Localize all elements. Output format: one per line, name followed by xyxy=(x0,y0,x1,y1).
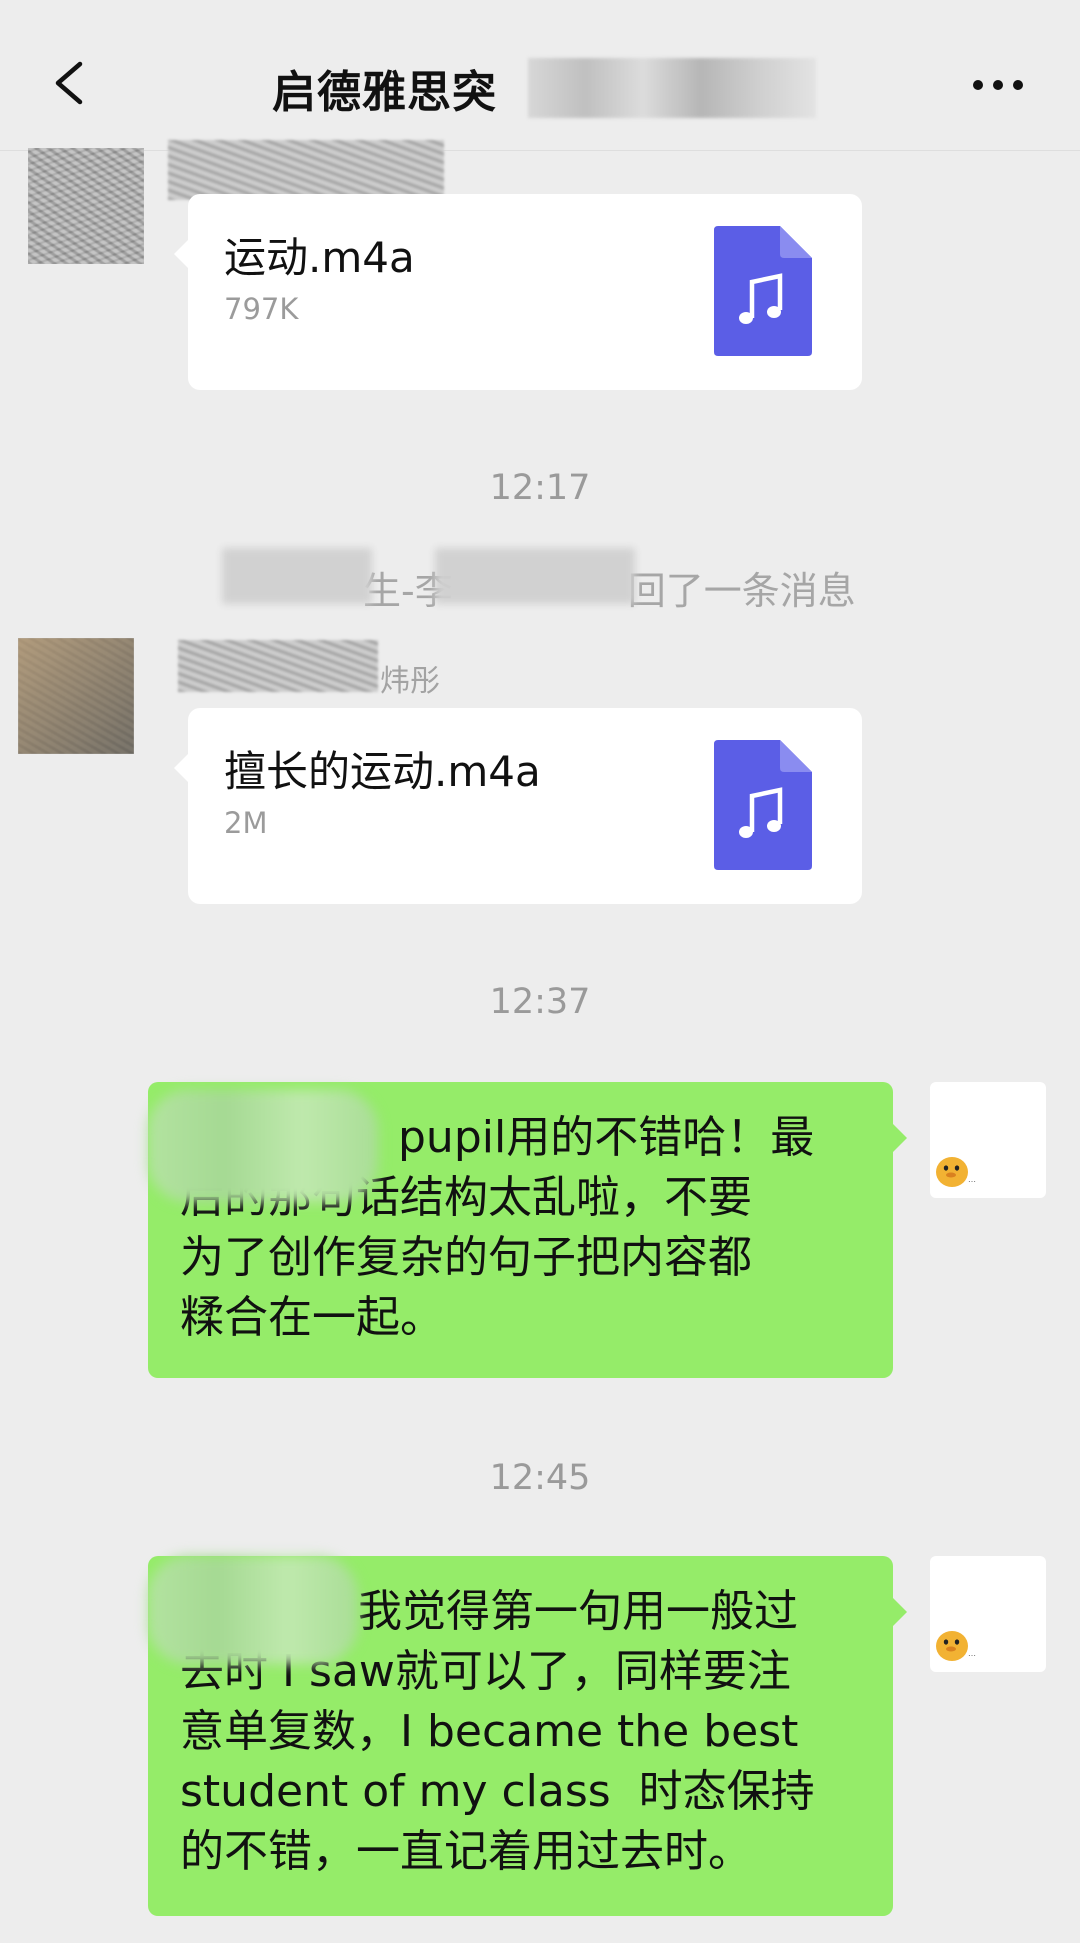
sender-avatar[interactable] xyxy=(28,148,144,264)
title-redaction xyxy=(528,58,816,118)
timestamp: 12:45 xyxy=(489,1458,591,1498)
text-message-bubble[interactable]: 我觉得第一句用一般过 去时 I saw就可以了，同样要注 意单复数，I beca… xyxy=(148,1556,907,1916)
file-message-bubble[interactable]: 运动.m4a 797K xyxy=(174,194,862,390)
timestamp: 12:37 xyxy=(489,982,591,1022)
file-size: 797K xyxy=(224,292,299,326)
message-redaction xyxy=(148,1556,358,1664)
sender-name-redaction xyxy=(178,640,378,692)
chat-title: 启德雅思突 xyxy=(272,67,497,118)
text-message-bubble[interactable]: pupil用的不错哈！最 后的那句话结构太乱啦，不要 为了创作复杂的句子把内容都… xyxy=(148,1082,907,1378)
svg-text:…: … xyxy=(968,1649,976,1658)
system-message-suffix: 回了一条消息 xyxy=(627,569,856,613)
timestamp: 12:17 xyxy=(489,468,591,508)
duck-avatar-icon: … xyxy=(936,1157,976,1187)
file-name: 运动.m4a xyxy=(224,233,415,282)
message-redaction xyxy=(148,1090,378,1202)
file-name: 擅长的运动.m4a xyxy=(224,747,541,796)
sender-name-partial: 炜彤 xyxy=(380,664,440,699)
file-message-bubble[interactable]: 擅长的运动.m4a 2M xyxy=(174,708,862,904)
file-size: 2M xyxy=(224,806,268,840)
self-avatar[interactable]: … xyxy=(930,1082,1046,1198)
sender-avatar[interactable] xyxy=(18,638,134,754)
duck-avatar-icon: … xyxy=(936,1631,976,1661)
more-dots-icon[interactable] xyxy=(968,70,1028,100)
system-name-redaction xyxy=(435,548,635,604)
music-file-icon xyxy=(714,740,812,870)
svg-text:…: … xyxy=(968,1175,976,1184)
back-chevron-icon[interactable] xyxy=(48,60,90,106)
music-file-icon xyxy=(714,226,812,356)
navigation-bar: 启德雅思突 xyxy=(0,0,1080,151)
system-name-redaction xyxy=(222,548,372,604)
self-avatar[interactable]: … xyxy=(930,1556,1046,1672)
sender-name-redaction xyxy=(168,140,444,200)
